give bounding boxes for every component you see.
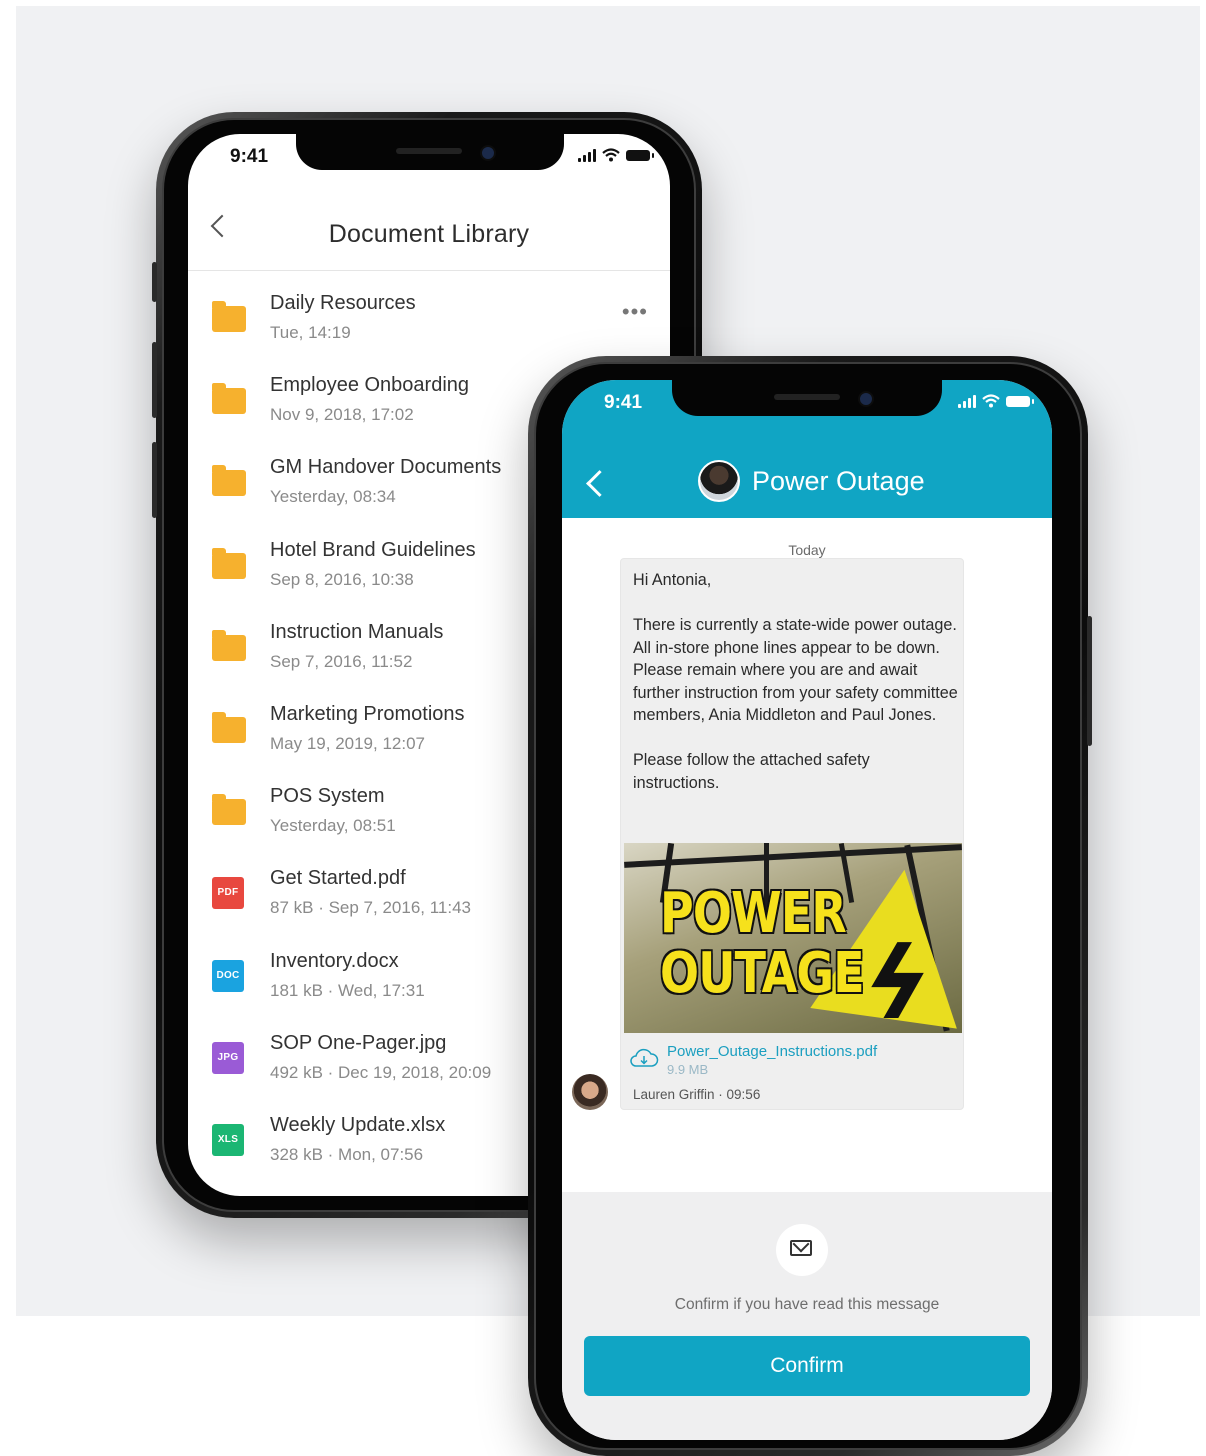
item-meta: Tue, 14:19 bbox=[270, 323, 351, 342]
item-name: POS System bbox=[270, 785, 385, 808]
status-time: 9:41 bbox=[604, 392, 643, 413]
sender-timestamp: Lauren Griffin · 09:56 bbox=[633, 1087, 761, 1102]
volume-up-button bbox=[152, 342, 157, 418]
item-name: Weekly Update.xlsx bbox=[270, 1113, 446, 1136]
status-icons bbox=[578, 148, 654, 162]
volume-down-button bbox=[152, 442, 157, 518]
battery-icon bbox=[626, 149, 654, 161]
message-bubble: Hi Antonia, There is currently a state-w… bbox=[620, 558, 964, 1110]
item-name: Employee Onboarding bbox=[270, 374, 470, 397]
status-icons bbox=[958, 394, 1034, 408]
confirm-area: Confirm if you have read this message Co… bbox=[562, 1192, 1052, 1440]
image-title-line2: OUTAGE bbox=[660, 941, 865, 1006]
battery-icon bbox=[1006, 395, 1034, 407]
day-divider: Today bbox=[788, 542, 826, 558]
item-meta: 328 kB · Mon, 07:56 bbox=[270, 1144, 424, 1164]
item-meta: Yesterday, 08:34 bbox=[270, 487, 396, 507]
item-meta: 492 kB · Dec 19, 2018, 20:09 bbox=[270, 1062, 492, 1082]
folder-icon bbox=[212, 383, 246, 415]
folder-icon bbox=[212, 547, 246, 579]
chat-body: Today Hi Antonia, There is currently a s… bbox=[562, 518, 1052, 1192]
notch bbox=[296, 134, 564, 170]
mail-check-icon bbox=[790, 1240, 812, 1256]
signal-icon bbox=[958, 394, 976, 408]
item-name: Daily Resources bbox=[270, 292, 416, 314]
more-options-icon[interactable]: ••• bbox=[622, 301, 648, 323]
pdf-file-icon: PDF bbox=[212, 877, 244, 910]
item-meta: May 19, 2019, 12:07 bbox=[270, 733, 426, 753]
item-meta: Sep 8, 2016, 10:38 bbox=[270, 569, 414, 589]
item-name: SOP One-Pager.jpg bbox=[270, 1031, 447, 1054]
library-header: Document Library bbox=[188, 198, 670, 271]
chat-screen: Power Outage 9:41 Today Hi Antonia, Ther… bbox=[562, 380, 1052, 1440]
mail-circle bbox=[776, 1224, 828, 1276]
folder-icon bbox=[212, 629, 246, 661]
mute-switch bbox=[152, 262, 157, 302]
attachment-name[interactable]: Power_Outage_Instructions.pdf bbox=[667, 1043, 877, 1060]
sender-avatar bbox=[572, 1074, 608, 1110]
item-meta: Sep 7, 2016, 11:52 bbox=[270, 651, 413, 671]
power-outage-image[interactable]: ϟ POWER OUTAGE bbox=[624, 843, 962, 1033]
item-meta: Nov 9, 2018, 17:02 bbox=[270, 405, 414, 425]
jpg-file-icon: JPG bbox=[212, 1041, 244, 1074]
cloud-download-icon bbox=[630, 1048, 659, 1067]
wifi-icon bbox=[602, 148, 620, 162]
notch bbox=[672, 380, 942, 416]
chat-title: Power Outage bbox=[752, 466, 925, 496]
wifi-icon bbox=[982, 394, 1000, 408]
item-name: Inventory.docx bbox=[270, 949, 399, 972]
folder-icon bbox=[212, 711, 246, 743]
item-meta: Yesterday, 08:51 bbox=[270, 816, 396, 836]
item-name: Get Started.pdf bbox=[270, 867, 406, 890]
item-meta: 181 kB · Wed, 17:31 bbox=[270, 980, 425, 1000]
group-avatar bbox=[698, 460, 740, 502]
folder-icon bbox=[212, 794, 246, 826]
back-chevron-icon[interactable] bbox=[586, 470, 613, 497]
confirm-button[interactable]: Confirm bbox=[584, 1336, 1030, 1396]
power-button bbox=[1087, 616, 1092, 746]
item-name: Marketing Promotions bbox=[270, 702, 465, 725]
item-name: Hotel Brand Guidelines bbox=[270, 538, 476, 561]
list-item[interactable]: Daily Resources Tue, 14:19 ••• bbox=[188, 272, 670, 354]
status-time: 9:41 bbox=[230, 146, 269, 167]
folder-icon bbox=[212, 301, 246, 332]
page-title: Document Library bbox=[328, 220, 530, 248]
image-title-line1: POWER bbox=[660, 881, 847, 946]
message-text: Hi Antonia, There is currently a state-w… bbox=[633, 571, 958, 792]
xls-file-icon: XLS bbox=[212, 1123, 244, 1156]
item-meta: 87 kB · Sep 7, 2016, 11:43 bbox=[270, 898, 471, 918]
item-name: Instruction Manuals bbox=[270, 620, 444, 643]
item-name: GM Handover Documents bbox=[270, 456, 502, 479]
signal-icon bbox=[578, 148, 596, 162]
confirm-prompt: Confirm if you have read this message bbox=[674, 1296, 940, 1313]
doc-file-icon: DOC bbox=[212, 959, 244, 992]
phone-chat: Power Outage 9:41 Today Hi Antonia, Ther… bbox=[528, 356, 1092, 1456]
attachment-size: 9.9 MB bbox=[667, 1062, 709, 1077]
folder-icon bbox=[212, 465, 246, 497]
